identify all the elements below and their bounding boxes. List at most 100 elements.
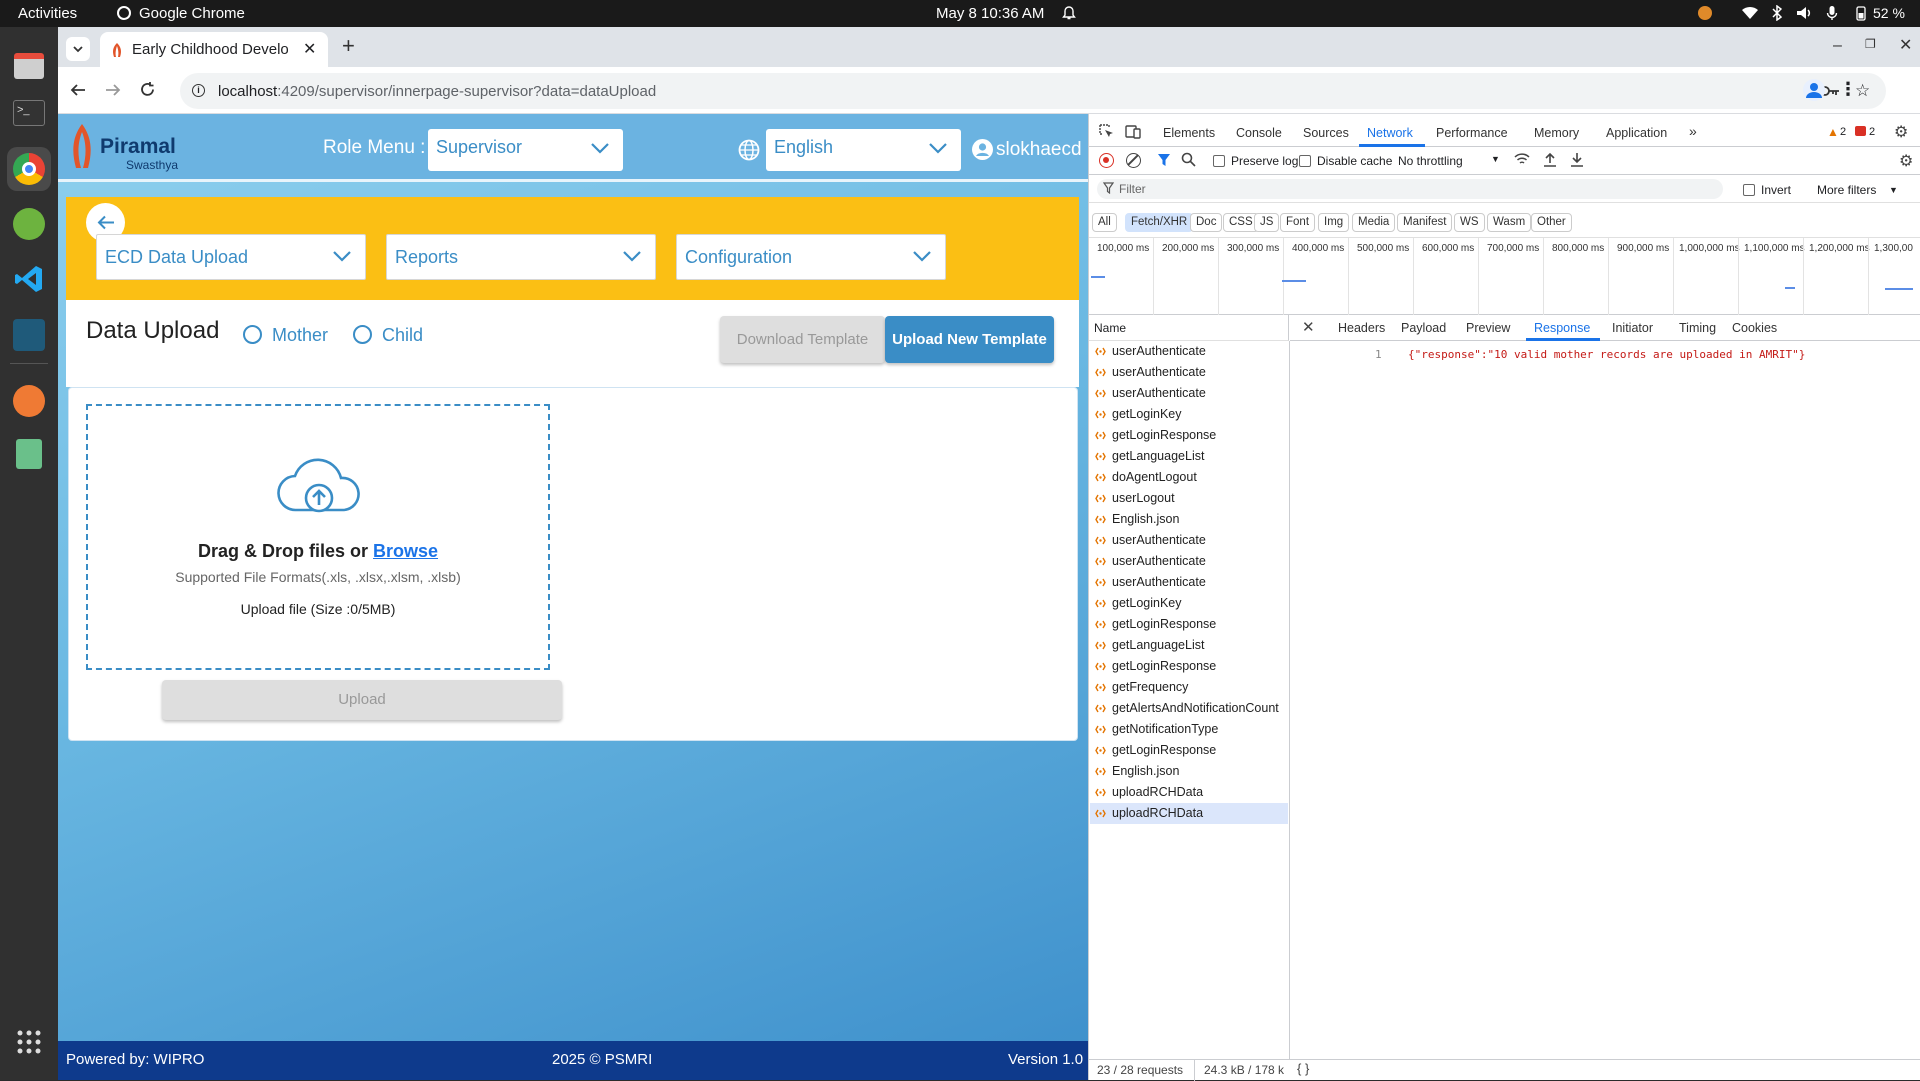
detail-tab-headers[interactable]: Headers — [1338, 321, 1385, 335]
detail-tab-cookies[interactable]: Cookies — [1732, 321, 1777, 335]
type-filter-other[interactable]: Other — [1531, 213, 1572, 232]
search-icon[interactable] — [1181, 152, 1196, 167]
site-info-icon[interactable]: i — [192, 84, 205, 97]
type-filter-img[interactable]: Img — [1318, 213, 1350, 232]
dock-mysql-workbench-icon[interactable] — [7, 313, 51, 357]
type-filter-manifest[interactable]: Manifest — [1397, 213, 1453, 232]
bluetooth-icon[interactable] — [1772, 5, 1782, 21]
ecd-data-upload-dropdown[interactable]: ECD Data Upload — [96, 234, 366, 280]
volume-icon[interactable] — [1796, 6, 1814, 20]
microphone-icon[interactable] — [1826, 5, 1838, 21]
dock-vscode-icon[interactable] — [7, 257, 51, 301]
devtools-tab-memory[interactable]: Memory — [1534, 126, 1579, 140]
browser-tab[interactable]: Early Childhood Develop ✕ — [100, 32, 328, 67]
request-row[interactable]: uploadRCHData — [1090, 803, 1288, 824]
window-close-button[interactable]: ✕ — [1899, 35, 1912, 55]
wifi-icon[interactable] — [1741, 6, 1759, 20]
role-select[interactable]: Supervisor — [428, 129, 623, 171]
download-template-button[interactable]: Download Template — [720, 316, 885, 363]
request-row[interactable]: getFrequency — [1090, 677, 1288, 698]
export-har-icon[interactable] — [1570, 152, 1584, 167]
reports-dropdown[interactable]: Reports — [386, 234, 656, 280]
dock-chrome-icon[interactable] — [7, 147, 51, 191]
address-bar[interactable]: i localhost:4209/supervisor/innerpage-su… — [180, 73, 1886, 109]
chrome-menu-icon[interactable]: ⋮ — [1839, 79, 1857, 100]
dock-trash-icon[interactable] — [7, 432, 51, 476]
user-avatar-icon[interactable] — [972, 139, 993, 160]
devtools-tab-console[interactable]: Console — [1236, 126, 1282, 140]
invert-label[interactable]: Invert — [1761, 183, 1791, 197]
pretty-print-icon[interactable]: { } — [1297, 1061, 1309, 1076]
activities-button[interactable]: Activities — [18, 5, 77, 22]
back-arrow-icon[interactable] — [70, 82, 86, 98]
disable-cache-checkbox[interactable] — [1299, 155, 1311, 167]
detail-tab-response[interactable]: Response — [1534, 321, 1590, 335]
type-filter-wasm[interactable]: Wasm — [1487, 213, 1532, 232]
response-body[interactable]: {"response":"10 valid mother records are… — [1408, 348, 1805, 361]
mother-radio-label[interactable]: Mother — [272, 325, 328, 346]
battery-icon[interactable] — [1856, 5, 1866, 21]
filter-funnel-icon[interactable] — [1157, 153, 1171, 167]
type-filter-media[interactable]: Media — [1352, 213, 1396, 232]
request-row[interactable]: English.json — [1090, 509, 1288, 530]
detail-tab-timing[interactable]: Timing — [1679, 321, 1716, 335]
new-tab-button[interactable]: + — [342, 33, 355, 59]
detail-tab-payload[interactable]: Payload — [1401, 321, 1446, 335]
record-icon[interactable] — [1099, 153, 1114, 168]
warning-icon[interactable]: ▲ — [1827, 125, 1839, 139]
error-icon[interactable] — [1855, 126, 1866, 136]
devtools-tab-sources[interactable]: Sources — [1303, 126, 1349, 140]
more-filters-dropdown[interactable]: More filters — [1817, 183, 1876, 197]
network-conditions-icon[interactable] — [1514, 152, 1530, 167]
request-row[interactable]: getLoginKey — [1090, 593, 1288, 614]
request-row[interactable]: getLanguageList — [1090, 635, 1288, 656]
preserve-log-checkbox[interactable] — [1213, 155, 1225, 167]
request-row[interactable]: userAuthenticate — [1090, 551, 1288, 572]
splitter[interactable] — [1289, 341, 1290, 1080]
type-filter-font[interactable]: Font — [1280, 213, 1316, 232]
request-row[interactable]: getLoginResponse — [1090, 614, 1288, 635]
inspect-element-icon[interactable] — [1099, 124, 1114, 139]
file-drop-zone[interactable]: Drag & Drop files or Browse Supported Fi… — [86, 404, 550, 670]
request-row[interactable]: uploadRCHData — [1090, 782, 1288, 803]
request-row[interactable]: getLoginKey — [1090, 404, 1288, 425]
tab-close-icon[interactable]: ✕ — [303, 39, 316, 59]
request-row[interactable]: getLoginResponse — [1090, 656, 1288, 677]
warnings-count[interactable]: 2 — [1840, 126, 1846, 138]
invert-checkbox[interactable] — [1743, 184, 1755, 196]
devtools-tab-performance[interactable]: Performance — [1436, 126, 1508, 140]
devtools-tab-application[interactable]: Application — [1606, 126, 1667, 140]
type-filter-ws[interactable]: WS — [1454, 213, 1485, 232]
throttling-select[interactable]: No throttling — [1398, 154, 1463, 168]
tab-search-button[interactable] — [66, 37, 90, 61]
request-row[interactable]: userAuthenticate — [1090, 530, 1288, 551]
import-har-icon[interactable] — [1543, 152, 1557, 167]
upload-button[interactable]: Upload — [162, 680, 562, 720]
filter-input[interactable]: Filter — [1097, 179, 1723, 199]
clear-icon[interactable] — [1126, 153, 1141, 168]
dock-files-icon[interactable] — [7, 44, 51, 88]
errors-count[interactable]: 2 — [1869, 126, 1875, 138]
request-row[interactable]: userAuthenticate — [1090, 341, 1288, 362]
request-row[interactable]: getAlertsAndNotificationCount — [1090, 698, 1288, 719]
request-row[interactable]: userAuthenticate — [1090, 383, 1288, 404]
disable-cache-label[interactable]: Disable cache — [1317, 154, 1392, 168]
request-row[interactable]: getLanguageList — [1090, 446, 1288, 467]
request-row[interactable]: userLogout — [1090, 488, 1288, 509]
request-row[interactable]: English.json — [1090, 761, 1288, 782]
caret-down-icon[interactable]: ▼ — [1491, 154, 1500, 164]
settings-gear-icon[interactable]: ⚙ — [1894, 122, 1908, 142]
clock[interactable]: May 8 10:36 AM — [936, 5, 1044, 22]
app-menu[interactable]: Google Chrome — [139, 5, 245, 22]
mother-radio[interactable] — [243, 325, 262, 344]
close-detail-icon[interactable]: ✕ — [1302, 318, 1315, 336]
upload-new-template-button[interactable]: Upload New Template — [885, 316, 1054, 363]
request-row[interactable]: getNotificationType — [1090, 719, 1288, 740]
forward-arrow-icon[interactable] — [105, 82, 121, 98]
request-row[interactable]: userAuthenticate — [1090, 572, 1288, 593]
more-tabs-chevron-icon[interactable]: » — [1689, 123, 1697, 139]
type-filter-all[interactable]: All — [1092, 213, 1117, 232]
window-maximize-button[interactable]: ❐ — [1865, 37, 1876, 51]
dock-terminal-icon[interactable]: >_ — [7, 91, 51, 135]
devtools-tab-network[interactable]: Network — [1367, 126, 1413, 140]
